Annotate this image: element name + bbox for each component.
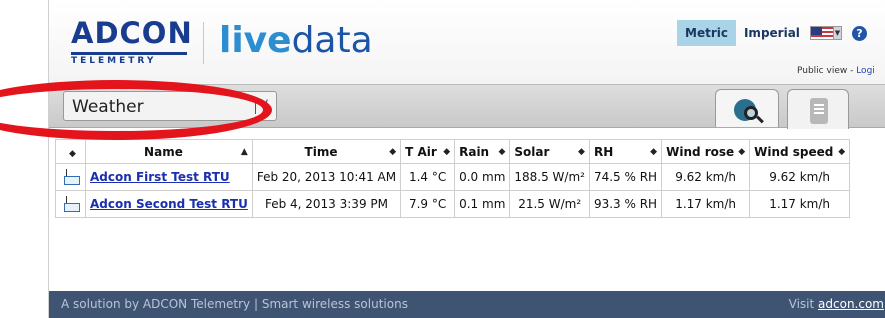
chevron-down-icon[interactable]: ∨ [260, 96, 270, 111]
column-label-name: Name [144, 144, 183, 159]
view-select-value: Weather [72, 97, 144, 117]
t-air-cell: 7.9 °C [400, 190, 456, 218]
toolbar: Weather ∨ [49, 84, 885, 129]
metric-button[interactable]: Metric [677, 20, 736, 46]
livedata-logo-live: live [219, 20, 292, 61]
column-label-t-air: T Air [405, 144, 437, 159]
footer-visit-text: Visit [788, 297, 819, 311]
column-label-rain: Rain [459, 144, 490, 159]
column-header-time[interactable]: Time ◆ [251, 139, 402, 164]
imperial-button[interactable]: Imperial [736, 20, 808, 46]
sort-icon[interactable]: ◆ [578, 147, 585, 157]
sort-icon[interactable]: ◆ [738, 147, 745, 157]
row-station-icon-cell [55, 163, 86, 191]
sort-icon[interactable]: ◆ [838, 147, 845, 157]
wind-rose-cell: 1.17 km/h [661, 190, 751, 218]
row-station-icon-cell [55, 190, 86, 218]
station-name-cell: Adcon First Test RTU [85, 163, 253, 191]
sort-icon[interactable]: ◆ [389, 147, 396, 157]
footer-tagline: A solution by ADCON Telemetry | Smart wi… [61, 297, 408, 311]
rain-cell: 0.1 mm [454, 190, 511, 218]
adcon-logo-subtitle: TELEMETRY [71, 52, 187, 66]
sort-ascending-icon[interactable]: ▲ [241, 147, 248, 157]
sort-icon[interactable]: ◆ [498, 147, 505, 157]
station-link[interactable]: Adcon First Test RTU [90, 170, 230, 184]
left-margin [0, 0, 48, 318]
station-icon[interactable] [63, 195, 80, 212]
livedata-logo[interactable]: livedata [219, 20, 373, 61]
footer-visit: Visit adcon.com [789, 297, 884, 311]
logo-divider [203, 22, 204, 64]
header: ADCON TELEMETRY livedata Metric Imperial… [49, 0, 885, 84]
tab-list-view[interactable] [787, 89, 849, 129]
livedata-logo-data: data [291, 20, 373, 61]
column-header-wind-rose[interactable]: Wind rose ◆ [661, 139, 751, 164]
select-divider [255, 99, 256, 114]
unit-switcher: Metric Imperial ▼ ? [677, 20, 867, 46]
column-header-icon[interactable]: ◆ [55, 139, 86, 164]
column-label-time: Time [304, 144, 338, 159]
adcon-website-link[interactable]: adcon.com [818, 297, 884, 311]
station-icon[interactable] [63, 168, 80, 185]
us-flag-icon[interactable] [809, 26, 834, 40]
sort-icon[interactable]: ◆ [650, 147, 657, 157]
column-header-name[interactable]: Name ▲ [85, 139, 253, 164]
adcon-logo[interactable]: ADCON [71, 16, 193, 50]
column-label-wind-speed: Wind speed [754, 144, 834, 159]
login-link[interactable]: Logi [856, 66, 875, 76]
rh-cell: 93.3 % RH [588, 190, 663, 218]
column-header-solar[interactable]: Solar ◆ [509, 139, 590, 164]
tab-map-search[interactable] [715, 89, 779, 127]
column-label-rh: RH [593, 144, 614, 159]
wind-speed-cell: 9.62 km/h [749, 163, 851, 191]
sort-icon[interactable]: ◆ [443, 147, 450, 157]
rain-cell: 0.0 mm [454, 163, 511, 191]
rh-cell: 74.5 % RH [588, 163, 663, 191]
time-cell: Feb 20, 2013 10:41 AM [251, 163, 402, 191]
column-header-rh[interactable]: RH ◆ [588, 139, 663, 164]
stations-table: ◆ Name ▲ Time ◆ T Air ◆ Rain ◆ Solar ◆ RH ◆ Wi… [55, 139, 851, 218]
table-row[interactable]: Adcon First Test RTU Feb 20, 2013 10:41 … [55, 163, 851, 191]
table-row[interactable]: Adcon Second Test RTU Feb 4, 2013 3:39 P… [55, 190, 851, 218]
footer: A solution by ADCON Telemetry | Smart wi… [49, 291, 885, 318]
table-header-row: ◆ Name ▲ Time ◆ T Air ◆ Rain ◆ Solar ◆ RH ◆ Wi… [55, 139, 851, 164]
magnifier-handle [756, 115, 764, 124]
wind-speed-cell: 1.17 km/h [749, 190, 851, 218]
solar-cell: 188.5 W/m² [509, 163, 590, 191]
main-panel: ADCON TELEMETRY livedata Metric Imperial… [48, 0, 885, 318]
public-view-label: Public view - Logi [797, 66, 875, 76]
station-link[interactable]: Adcon Second Test RTU [90, 197, 248, 211]
column-label-wind-rose: Wind rose [666, 144, 735, 159]
column-header-t-air[interactable]: T Air ◆ [400, 139, 456, 164]
column-header-wind-speed[interactable]: Wind speed ◆ [749, 139, 851, 164]
help-icon[interactable]: ? [851, 25, 867, 41]
time-cell: Feb 4, 2013 3:39 PM [251, 190, 402, 218]
view-select[interactable]: Weather ∨ [63, 91, 277, 121]
station-name-cell: Adcon Second Test RTU [85, 190, 253, 218]
column-header-rain[interactable]: Rain ◆ [454, 139, 511, 164]
sort-icon[interactable]: ◆ [69, 149, 76, 159]
public-view-text: Public view - [797, 66, 857, 76]
column-label-solar: Solar [514, 144, 550, 159]
solar-cell: 21.5 W/m² [509, 190, 590, 218]
chevron-down-icon[interactable]: ▼ [833, 26, 842, 40]
t-air-cell: 1.4 °C [400, 163, 456, 191]
document-list-icon [810, 98, 828, 124]
page: ADCON TELEMETRY livedata Metric Imperial… [0, 0, 885, 318]
wind-rose-cell: 9.62 km/h [661, 163, 751, 191]
